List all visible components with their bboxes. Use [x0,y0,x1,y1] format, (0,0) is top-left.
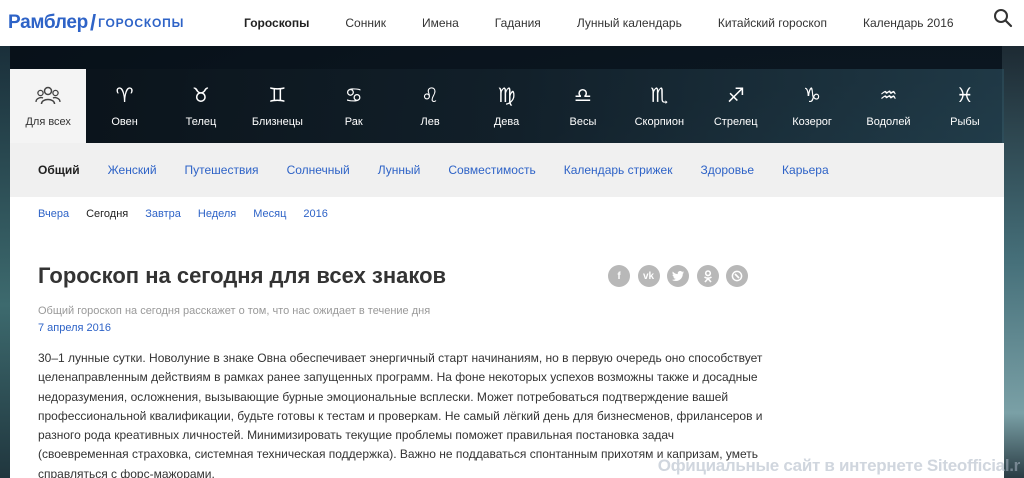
tab-female[interactable]: Женский [108,163,157,177]
zodiac-label-aries: Овен [111,116,138,128]
main-content: Вчера Сегодня Завтра Неделя Месяц 2016 Г… [10,197,1004,478]
page-title: Гороскоп на сегодня для всех знаков [38,263,447,288]
tab-health[interactable]: Здоровье [700,163,754,177]
tab-career[interactable]: Карьера [782,163,829,177]
zodiac-label-capricorn: Козерог [792,116,832,128]
background-strip-left [0,46,10,478]
period-yesterday[interactable]: Вчера [38,208,69,220]
people-icon [35,86,61,105]
top-nav-chinese-horoscope[interactable]: Китайский гороскоп [718,16,827,30]
virgo-icon: ♍ [497,83,516,107]
logo-slash: / [89,10,97,35]
zodiac-selector: Для всех ♈ Овен ♉ Телец ♊ Близнецы ♋ Рак… [10,69,1004,143]
zodiac-libra[interactable]: ♎ Весы [545,69,621,143]
zodiac-label-sagittarius: Стрелец [713,116,758,128]
sagittarius-icon: ♐ [726,83,745,107]
zodiac-taurus[interactable]: ♉ Телец [163,69,239,143]
zodiac-label-cancer: Рак [344,116,363,128]
logo-main: Рамблер [8,12,88,33]
zodiac-label-virgo: Дева [493,116,520,128]
pisces-icon: ♓ [955,83,974,107]
zodiac-capricorn[interactable]: ♑ Козерог [774,69,850,143]
watermark: Официальные сайт в интернете Siteofficia… [657,456,1021,475]
zodiac-aquarius[interactable]: ♒ Водолей [850,69,926,143]
search-button[interactable] [992,7,1014,29]
top-nav-fortune[interactable]: Гадания [495,16,541,30]
zodiac-pisces[interactable]: ♓ Рыбы [927,69,1003,143]
zodiac-label-aquarius: Водолей [866,116,911,128]
period-today[interactable]: Сегодня [86,208,128,220]
tab-solar[interactable]: Солнечный [287,163,350,177]
aquarius-icon: ♒ [879,83,898,107]
leo-icon: ♌ [421,83,440,107]
share-odnoklassniki-button[interactable] [696,265,719,287]
article-subtitle: Общий гороскоп на сегодня расскажет о то… [38,305,431,317]
tab-haircut-calendar[interactable]: Календарь стрижек [564,163,673,177]
top-nav-names[interactable]: Имена [422,16,459,30]
logo[interactable]: Рамблер / ГОРОСКОПЫ [8,10,218,36]
zodiac-scorpio[interactable]: ♏ Скорпион [621,69,697,143]
share-twitter-button[interactable] [667,265,689,287]
scorpio-icon: ♏ [650,83,669,107]
tab-compatibility[interactable]: Совместимость [448,163,535,177]
zodiac-label-pisces: Рыбы [950,116,980,128]
top-nav: Гороскопы Сонник Имена Гадания Лунный ка… [244,16,990,30]
zodiac-label-leo: Лев [420,116,440,128]
period-week[interactable]: Неделя [198,208,236,220]
aries-icon: ♈ [115,83,134,107]
period-tabs: Вчера Сегодня Завтра Неделя Месяц 2016 [38,208,1004,220]
livejournal-icon [731,270,743,282]
share-facebook-button[interactable]: f [608,265,630,287]
period-month[interactable]: Месяц [253,208,286,220]
zodiac-label-taurus: Телец [185,116,217,128]
share-vk-button[interactable]: vk [637,265,660,287]
zodiac-label-libra: Весы [569,116,597,128]
capricorn-icon: ♑ [803,83,822,107]
background-strip-right [1002,46,1024,478]
period-year[interactable]: 2016 [303,208,327,220]
top-nav-dreams[interactable]: Сонник [345,16,386,30]
top-nav-calendar-2016[interactable]: Календарь 2016 [863,16,954,30]
tab-general[interactable]: Общий [38,163,80,177]
zodiac-all[interactable]: Для всех [10,69,87,143]
logo-sub: ГОРОСКОПЫ [98,16,185,30]
share-buttons: f vk [608,265,756,287]
tab-travel[interactable]: Путешествия [185,163,259,177]
zodiac-leo[interactable]: ♌ Лев [392,69,468,143]
search-icon [994,9,1013,28]
cancer-icon: ♋ [344,83,363,107]
odnoklassniki-icon [703,269,712,283]
libra-icon: ♎ [573,83,592,107]
period-tomorrow[interactable]: Завтра [145,208,181,220]
article-date: 7 апреля 2016 [38,322,112,334]
zodiac-sagittarius[interactable]: ♐ Стрелец [698,69,774,143]
taurus-icon: ♉ [192,83,210,107]
top-nav-lunar-calendar[interactable]: Лунный календарь [577,16,682,30]
zodiac-label-scorpio: Скорпион [634,116,685,128]
zodiac-aries[interactable]: ♈ Овен [86,69,162,143]
zodiac-gemini[interactable]: ♊ Близнецы [239,69,315,143]
zodiac-virgo[interactable]: ♍ Дева [468,69,544,143]
gemini-icon: ♊ [268,83,287,107]
zodiac-label-all: Для всех [25,116,71,128]
facebook-icon: f [617,270,621,282]
top-nav-horoscopes[interactable]: Гороскопы [244,16,309,30]
twitter-icon [672,271,684,281]
top-header: Рамблер / ГОРОСКОПЫ Гороскопы Сонник Име… [0,0,1024,46]
zodiac-label-gemini: Близнецы [251,116,303,128]
article-body: 30–1 лунные сутки. Новолуние в знаке Овн… [38,351,763,478]
category-tabs: Общий Женский Путешествия Солнечный Лунн… [10,143,1004,197]
zodiac-cancer[interactable]: ♋ Рак [316,69,392,143]
vk-icon: vk [642,270,655,282]
share-livejournal-button[interactable] [726,265,748,287]
tab-lunar[interactable]: Лунный [378,163,421,177]
